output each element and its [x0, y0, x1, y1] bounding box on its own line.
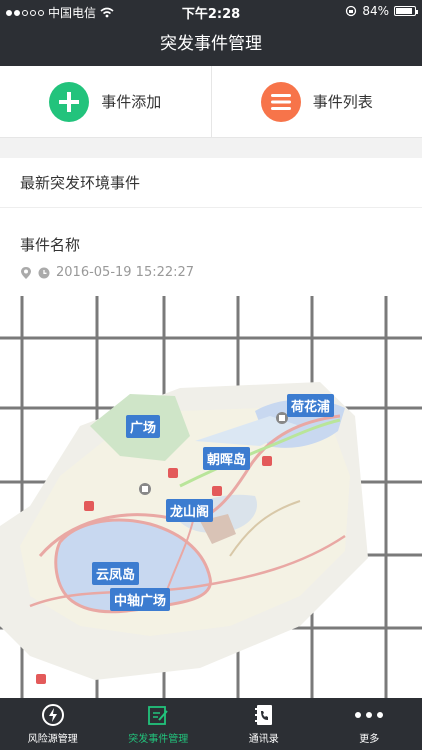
tab-more[interactable]: 更多 — [317, 698, 422, 750]
event-name: 事件名称 — [20, 236, 81, 254]
battery-percent: 84% — [362, 4, 389, 18]
map-label-zhaohuidao[interactable]: 朝晖岛 — [203, 447, 251, 470]
map-label-guangchang[interactable]: 广场 — [126, 415, 161, 438]
tab-risk-source-label: 风险源管理 — [27, 734, 78, 745]
tab-more-label: 更多 — [359, 734, 380, 745]
event-map[interactable]: 荷花浦 广场 朝晖岛 龙山阁 云凤岛 中轴广场 — [0, 296, 422, 698]
map-label-yunfengdao[interactable]: 云凤岛 — [92, 562, 140, 585]
contacts-icon — [254, 705, 272, 725]
more-icon — [355, 712, 384, 718]
add-event-button[interactable]: 事件添加 — [0, 66, 211, 137]
plus-icon — [49, 81, 90, 122]
map-label-hehuapu[interactable]: 荷花浦 — [287, 394, 335, 417]
map-canvas — [0, 296, 422, 698]
tab-emergency[interactable]: 突发事件管理 — [106, 698, 212, 750]
list-icon — [260, 81, 301, 122]
tab-contacts-label: 通讯录 — [248, 734, 279, 745]
battery-icon — [394, 6, 418, 16]
tab-bar: 风险源管理 突发事件管理 通讯录 更多 — [0, 698, 422, 750]
tab-emergency-label: 突发事件管理 — [128, 734, 189, 745]
tab-contacts[interactable]: 通讯录 — [211, 698, 317, 750]
nav-title: 突发事件管理 — [0, 22, 422, 66]
edit-icon — [148, 706, 168, 725]
clock-icon — [38, 267, 50, 278]
section-title: 最新突发环境事件 — [0, 158, 422, 208]
map-label-zhongzhouguangchang[interactable]: 中轴广场 — [110, 588, 171, 611]
add-event-label: 事件添加 — [101, 93, 162, 111]
event-item[interactable]: 事件名称 2016-05-19 15:22:27 — [0, 208, 422, 280]
status-bar: 中国电信 下午2:28 84% — [0, 0, 422, 22]
location-pin-icon — [21, 266, 31, 279]
action-bar: 事件添加 事件列表 — [0, 66, 422, 138]
event-list-label: 事件列表 — [312, 93, 373, 111]
tab-risk-source[interactable]: 风险源管理 — [0, 698, 106, 750]
event-datetime: 2016-05-19 15:22:27 — [56, 265, 195, 280]
event-list-button[interactable]: 事件列表 — [210, 66, 422, 137]
rotation-lock-icon — [346, 5, 357, 17]
map-label-longshange[interactable]: 龙山阁 — [166, 499, 214, 522]
lightning-icon — [41, 704, 64, 726]
